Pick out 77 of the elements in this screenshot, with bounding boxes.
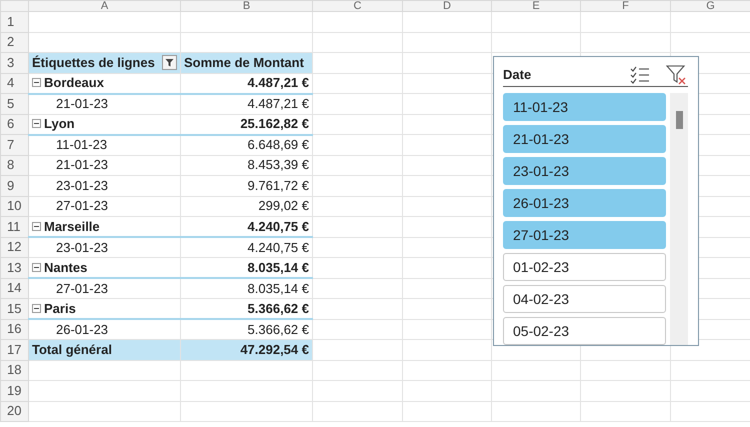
collapse-icon[interactable] [32, 222, 41, 230]
row-number[interactable]: 14 [0, 278, 28, 298]
row-number[interactable]: 3 [0, 52, 28, 73]
date-label: 23-01-23 [55, 176, 108, 195]
subtotal-value: 4.487,21 € [248, 74, 309, 92]
row-number[interactable]: 2 [0, 32, 28, 52]
slicer-item[interactable]: 23-01-23 [503, 157, 666, 185]
collapse-icon[interactable] [32, 304, 41, 312]
amount-value: 9.761,72 € [248, 176, 309, 195]
total-value: 47.292,54 € [240, 340, 309, 359]
slicer-item[interactable]: 21-01-23 [503, 125, 666, 153]
amount-value: 6.648,69 € [248, 136, 309, 154]
subtotal-value: 25.162,82 € [240, 115, 309, 133]
row-number[interactable]: 9 [0, 176, 28, 196]
row-number[interactable]: 15 [0, 298, 28, 319]
amount-value: 8.035,14 € [248, 280, 309, 298]
clear-filter-icon[interactable] [666, 64, 686, 84]
collapse-icon[interactable] [32, 78, 41, 87]
date-label: 23-01-23 [55, 238, 108, 256]
slicer-item[interactable]: 27-01-23 [503, 221, 666, 249]
column-header[interactable]: C [312, 0, 402, 12]
group-label: Nantes [44, 258, 88, 276]
column-header[interactable]: D [402, 0, 492, 12]
column-header[interactable]: A [28, 0, 180, 12]
column-header[interactable]: G [670, 0, 750, 12]
date-label: 21-01-23 [55, 156, 108, 174]
row-number[interactable]: 6 [0, 114, 28, 134]
amount-value: 299,02 € [258, 197, 309, 216]
date-label: 27-01-23 [55, 197, 108, 216]
slicer-item[interactable]: 04-02-23 [503, 285, 666, 313]
row-number[interactable]: 5 [0, 94, 28, 114]
date-label: 11-01-23 [55, 136, 108, 154]
date-label: 27-01-23 [55, 280, 108, 298]
collapse-icon[interactable] [32, 262, 41, 272]
column-label: Étiquettes de lignes [32, 54, 155, 72]
amount-value: 5.366,62 € [248, 320, 309, 338]
group-label: Bordeaux [44, 74, 104, 92]
date-label: 26-01-23 [55, 320, 108, 338]
amount-value: 8.453,39 € [248, 156, 309, 174]
slicer-item[interactable]: 11-01-23 [503, 93, 666, 121]
row-number[interactable]: 16 [0, 319, 28, 340]
row-number[interactable]: 17 [0, 340, 28, 360]
column-header[interactable]: F [580, 0, 670, 12]
group-label: Lyon [44, 115, 75, 133]
slicer-item[interactable]: 01-02-23 [503, 253, 666, 281]
slicer-item[interactable]: 05-02-23 [503, 317, 666, 345]
row-number[interactable]: 4 [0, 73, 28, 94]
row-number[interactable]: 8 [0, 155, 28, 176]
slicer-title: Date [503, 66, 532, 84]
amount-value: 4.240,75 € [248, 238, 309, 256]
scrollbar[interactable] [670, 93, 688, 345]
column-header[interactable]: B [180, 0, 312, 12]
scrollbar-thumb[interactable] [676, 111, 683, 129]
row-number[interactable]: 19 [0, 380, 28, 401]
group-label: Marseille [44, 218, 100, 236]
row-number[interactable]: 7 [0, 134, 28, 155]
row-number[interactable]: 12 [0, 237, 28, 258]
filter-button[interactable] [162, 55, 177, 70]
row-number[interactable]: 11 [0, 216, 28, 237]
column-header[interactable]: E [492, 0, 580, 12]
slicer-item[interactable]: 26-01-23 [503, 189, 666, 217]
subtotal-value: 5.366,62 € [248, 300, 309, 318]
multi-select-icon[interactable] [630, 66, 650, 84]
collapse-icon[interactable] [32, 119, 41, 128]
filter-icon [165, 58, 174, 68]
row-number[interactable]: 18 [0, 360, 28, 380]
total-label: Total général [32, 340, 112, 359]
subtotal-value: 8.035,14 € [248, 258, 309, 276]
subtotal-value: 4.240,75 € [248, 218, 309, 236]
column-label: Somme de Montant [184, 54, 304, 72]
row-number[interactable]: 13 [0, 258, 28, 278]
row-number[interactable]: 1 [0, 12, 28, 32]
row-number[interactable]: 20 [0, 401, 28, 422]
amount-value: 4.487,21 € [248, 95, 309, 113]
row-number[interactable]: 10 [0, 196, 28, 216]
date-label: 21-01-23 [55, 95, 108, 113]
group-label: Paris [44, 300, 76, 318]
